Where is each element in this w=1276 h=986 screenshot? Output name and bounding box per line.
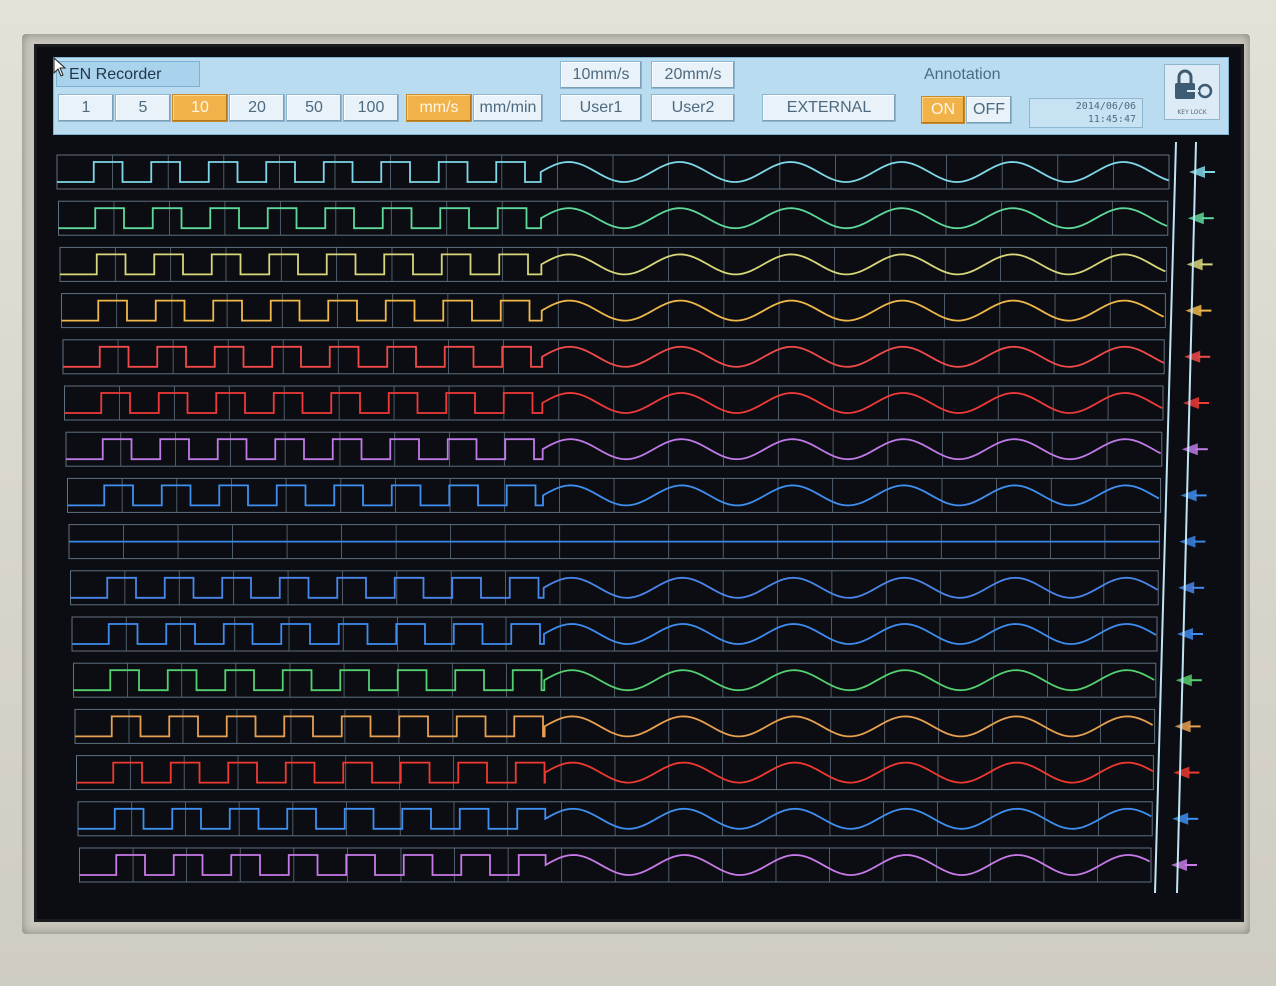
channel-14	[76, 755, 1200, 791]
channel-12	[73, 662, 1202, 698]
channel-8	[67, 477, 1207, 513]
channel-marker-icon[interactable]	[1189, 166, 1205, 178]
channel-marker-icon[interactable]	[1171, 859, 1187, 871]
channel-6	[64, 385, 1209, 421]
channel-2	[58, 200, 1214, 236]
channel-marker-icon[interactable]	[1178, 581, 1195, 594]
channel-marker-icon[interactable]	[1186, 258, 1203, 271]
channel-5	[62, 339, 1211, 375]
channel-11	[71, 616, 1203, 652]
channel-marker-icon[interactable]	[1175, 674, 1192, 687]
channel-3	[59, 246, 1213, 282]
channel-10	[70, 570, 1205, 606]
waveform-plot	[56, 141, 1215, 894]
pen-position-line	[1176, 141, 1197, 894]
channel-marker-icon[interactable]	[1179, 535, 1196, 548]
channel-marker-icon[interactable]	[1185, 304, 1202, 317]
pen-position-line	[1154, 141, 1177, 894]
channel-4	[61, 293, 1212, 329]
channel-marker-icon[interactable]	[1172, 812, 1189, 825]
channel-13	[74, 708, 1201, 744]
channel-1	[56, 154, 1215, 190]
channel-marker-icon[interactable]	[1180, 489, 1197, 502]
channel-marker-icon[interactable]	[1187, 212, 1204, 225]
channel-marker-icon[interactable]	[1183, 397, 1199, 409]
channel-15	[77, 801, 1199, 837]
channel-7	[65, 431, 1208, 467]
channel-marker-icon[interactable]	[1174, 720, 1191, 733]
channel-9	[68, 524, 1206, 560]
channel-marker-icon[interactable]	[1173, 766, 1190, 779]
channel-marker-icon[interactable]	[1181, 443, 1198, 456]
recorder-screen: EN Recorder 1 5 10 20 50 100 mm/s mm/min…	[34, 44, 1244, 922]
channel-marker-icon[interactable]	[1184, 350, 1201, 363]
channel-16	[79, 847, 1197, 883]
channel-marker-icon[interactable]	[1177, 628, 1193, 640]
